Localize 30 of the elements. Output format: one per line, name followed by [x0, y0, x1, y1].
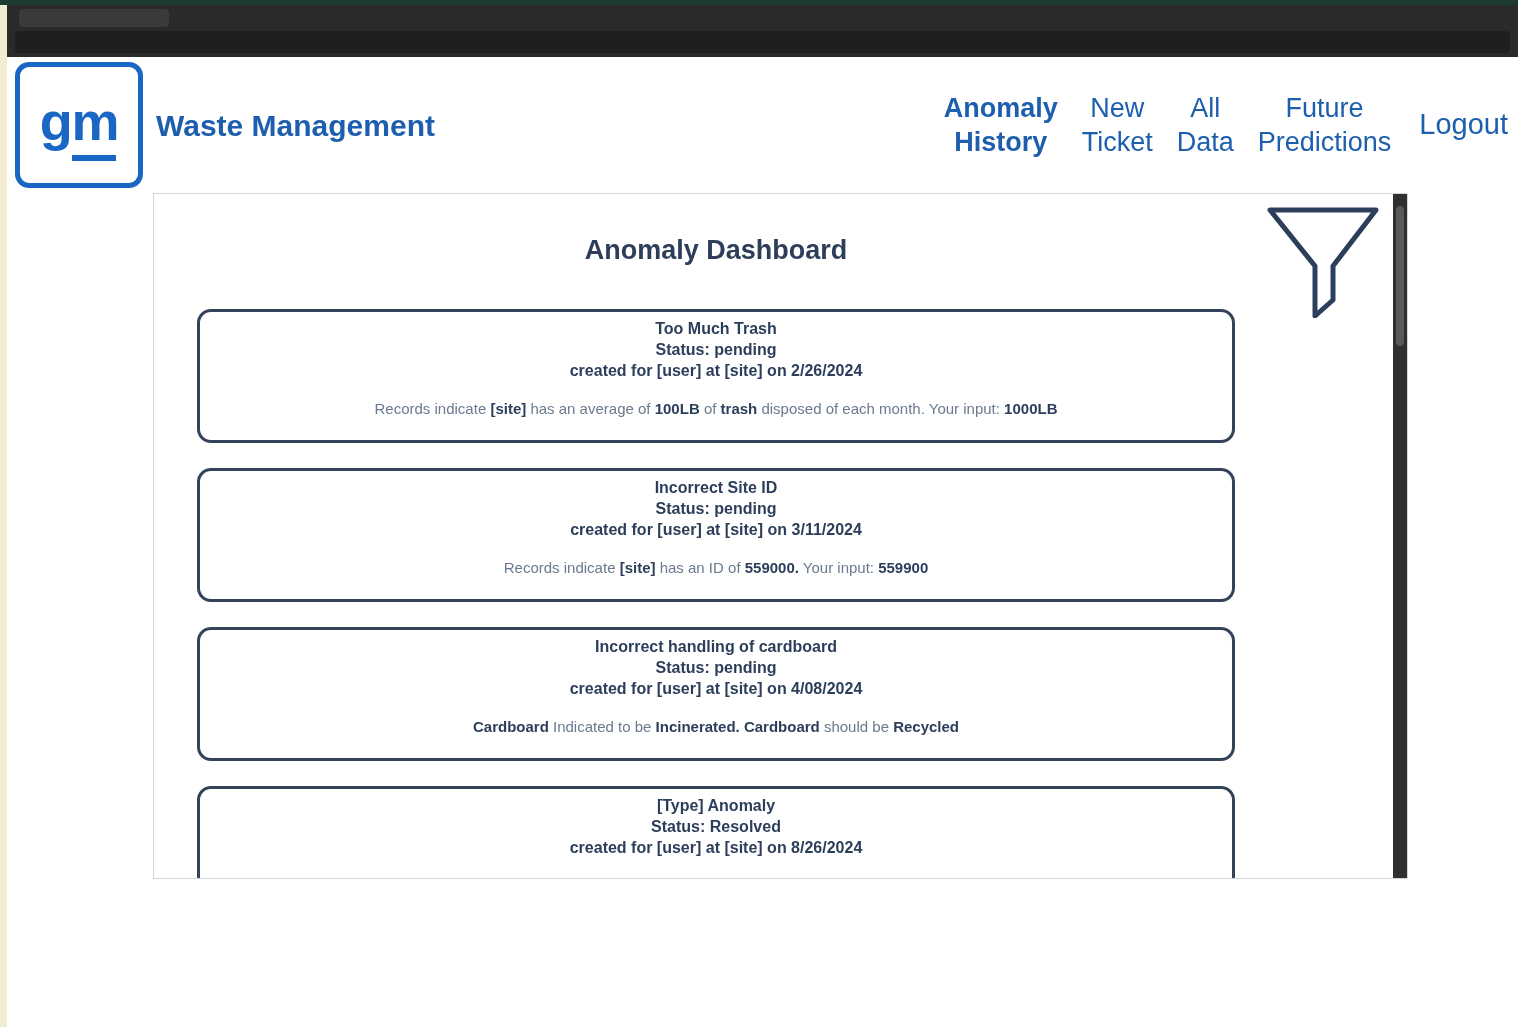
card-title: Incorrect Site ID: [654, 477, 778, 498]
card-title: Too Much Trash: [655, 318, 777, 339]
card-status: Status: Resolved: [651, 816, 781, 837]
card-created: created for [user] at [site] on 2/26/2024: [569, 360, 863, 381]
card-created: created for [user] at [site] on 4/08/2024: [569, 678, 863, 699]
dashboard-title: Anomaly Dashboard: [583, 234, 849, 267]
anomaly-card[interactable]: Incorrect Site ID Status: pending created for [user] at [site] on 3/11/2024 Records indicate [site] has an ID of 559000. Your input: 559900: [197, 467, 1235, 602]
card-title: Incorrect handling of cardboard: [595, 636, 837, 657]
app-title: Waste Management: [156, 107, 435, 144]
anomaly-card[interactable]: Incorrect handling of cardboard Status: pending created for [user] at [site] on 4/08/2024 Cardboard Indicated to be Incinerated. Cardboard should be Recycled: [197, 626, 1235, 761]
card-title: [Type] Anomaly: [656, 795, 776, 816]
card-status: Status: pending: [655, 339, 777, 360]
scrollbar[interactable]: [1393, 194, 1407, 878]
card-created: created for [user] at [site] on 3/11/2024: [570, 519, 862, 540]
card-message: Cardboard Indicated to be Incinerated. Cardboard should be Recycled: [472, 716, 960, 737]
scrollbar-thumb[interactable]: [1396, 206, 1404, 346]
nav-link[interactable]: All Data: [1176, 91, 1234, 159]
card-message: Records indicate [site] has an average of 100LB of trash disposed of each month. Your input: 1000LB: [374, 398, 1058, 419]
card-created: created for [user] at [site] on 8/26/2024: [569, 837, 863, 858]
logout-link[interactable]: Logout: [1419, 103, 1508, 147]
card-status: Status: pending: [655, 498, 777, 519]
anomaly-card[interactable]: [Type] Anomaly Status: Resolved created for [user] at [site] on 8/26/2024: [197, 785, 1235, 878]
nav-link[interactable]: New Ticket: [1081, 91, 1153, 159]
nav-link[interactable]: Anomaly History: [943, 91, 1058, 159]
nav-link[interactable]: Future Predictions: [1257, 91, 1392, 159]
card-message: Records indicate [site] has an ID of 559000. Your input: 559900: [503, 557, 929, 578]
logo-text: gm: [39, 90, 119, 154]
anomaly-card[interactable]: Too Much Trash Status: pending created for [user] at [site] on 2/26/2024 Records indicate [site] has an average of 100LB of trash disposed of each month. Your input: 1000LB: [197, 308, 1235, 443]
logo-underline: [72, 154, 116, 161]
card-status: Status: pending: [655, 657, 777, 678]
